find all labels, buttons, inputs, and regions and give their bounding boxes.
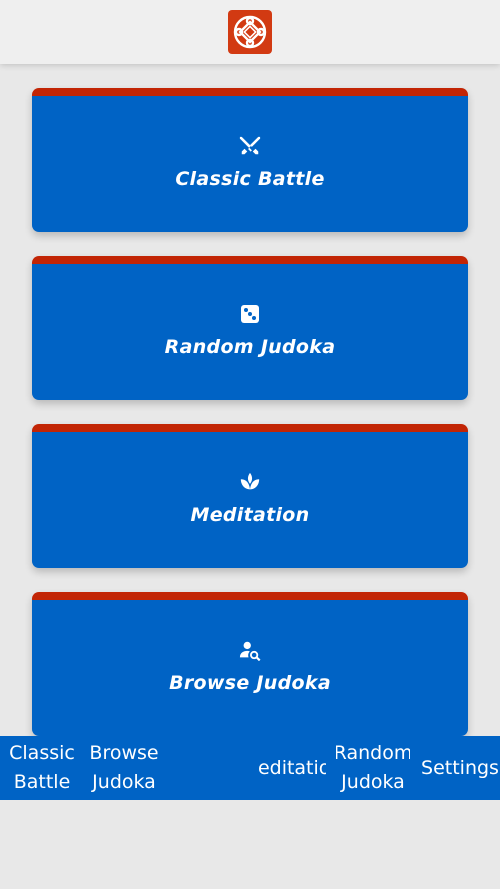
classic-battle-card[interactable]: Classic Battle [32, 88, 468, 232]
nav-item-label: Random Judoka [336, 742, 410, 793]
nav-item-settings[interactable]: Settings [420, 736, 500, 800]
nav-item-label: Browse Judoka [89, 742, 159, 793]
card-label: Meditation [190, 504, 310, 526]
card-label: Browse Judoka [169, 672, 331, 694]
meditation-card[interactable]: Meditation [32, 424, 468, 568]
lotus-icon [238, 470, 262, 494]
browse-judoka-card[interactable]: Browse Judoka [32, 592, 468, 736]
dice-icon [238, 302, 262, 326]
nav-item-label: Settings [421, 756, 499, 779]
nav-item-meditation[interactable]: Meditation [258, 736, 326, 800]
knot-emblem-icon[interactable] [228, 10, 272, 54]
person-search-icon [238, 638, 262, 662]
nav-item-classic-battle[interactable]: Classic Battle [0, 736, 84, 800]
nav-item-label: Classic Battle [9, 742, 75, 793]
nav-item-random-judoka[interactable]: Random Judoka [336, 736, 410, 800]
crossed-swords-icon [238, 134, 262, 158]
random-judoka-card[interactable]: Random Judoka [32, 256, 468, 400]
app-header [0, 0, 500, 64]
game-mode-list: Classic Battle Random Judoka Meditation [32, 88, 468, 760]
nav-item-label: Meditation [258, 756, 326, 779]
card-label: Random Judoka [164, 336, 336, 358]
card-label: Classic Battle [175, 168, 325, 190]
bottom-nav: Classic Battle Browse Judoka Meditation … [0, 736, 500, 800]
nav-item-browse-judoka[interactable]: Browse Judoka [84, 736, 164, 800]
